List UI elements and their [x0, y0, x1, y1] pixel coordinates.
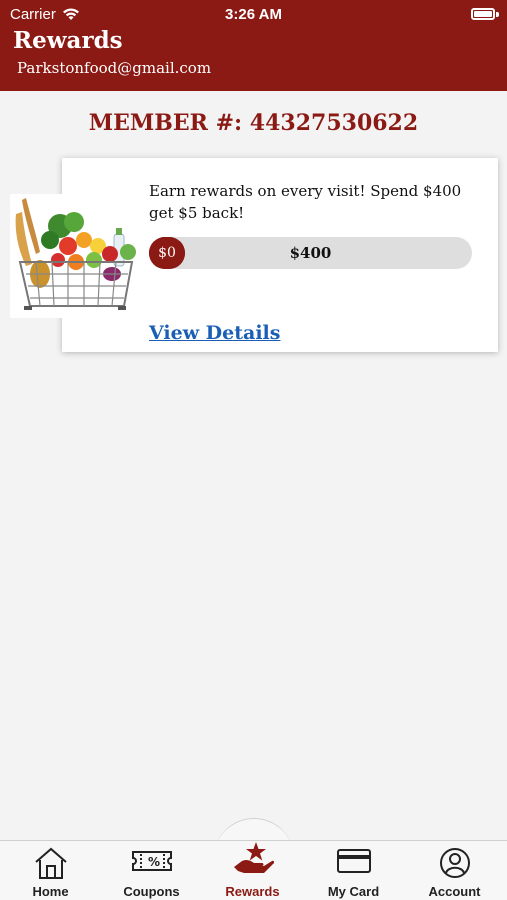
reward-progress-bar: $0 $400 [149, 237, 472, 269]
rewards-icon [233, 842, 274, 873]
account-icon [439, 848, 470, 878]
view-details-link[interactable]: View Details [149, 322, 280, 344]
member-number: MEMBER #: 44327530622 [88, 110, 419, 136]
app-header: Carrier 3:26 AM Rewards Parkstonfood@gma… [0, 0, 507, 91]
battery-tip-icon [496, 12, 499, 17]
reward-description: Earn rewards on every visit! Spend $400 … [149, 182, 462, 222]
tab-coupons-label: Coupons [123, 884, 180, 899]
grocery-basket-icon [15, 198, 136, 310]
tab-home[interactable]: Home [0, 841, 101, 900]
page-title: Rewards [13, 27, 123, 54]
progress-goal-label: $400 [289, 244, 332, 262]
grocery-basket-image [10, 194, 140, 318]
tab-home-label: Home [32, 884, 69, 899]
tab-my-card[interactable]: My Card [303, 841, 404, 900]
tab-bar: Home % Coupons Rewards My Card Account [0, 840, 507, 900]
tab-rewards-label: Rewards [225, 884, 280, 899]
tab-coupons[interactable]: % Coupons [101, 841, 202, 900]
tab-account-label: Account [428, 884, 481, 899]
card-icon [336, 849, 371, 873]
tab-rewards[interactable]: Rewards [202, 841, 303, 900]
home-icon [34, 847, 67, 879]
user-email: Parkstonfood@gmail.com [17, 59, 212, 77]
status-time: 3:26 AM [225, 6, 282, 23]
coupon-icon: % [131, 851, 172, 871]
battery-icon [471, 8, 495, 20]
tab-account[interactable]: Account [404, 841, 505, 900]
svg-text:%: % [147, 855, 159, 869]
status-bar: Carrier 3:26 AM [0, 4, 507, 24]
tab-my-card-label: My Card [327, 884, 380, 899]
